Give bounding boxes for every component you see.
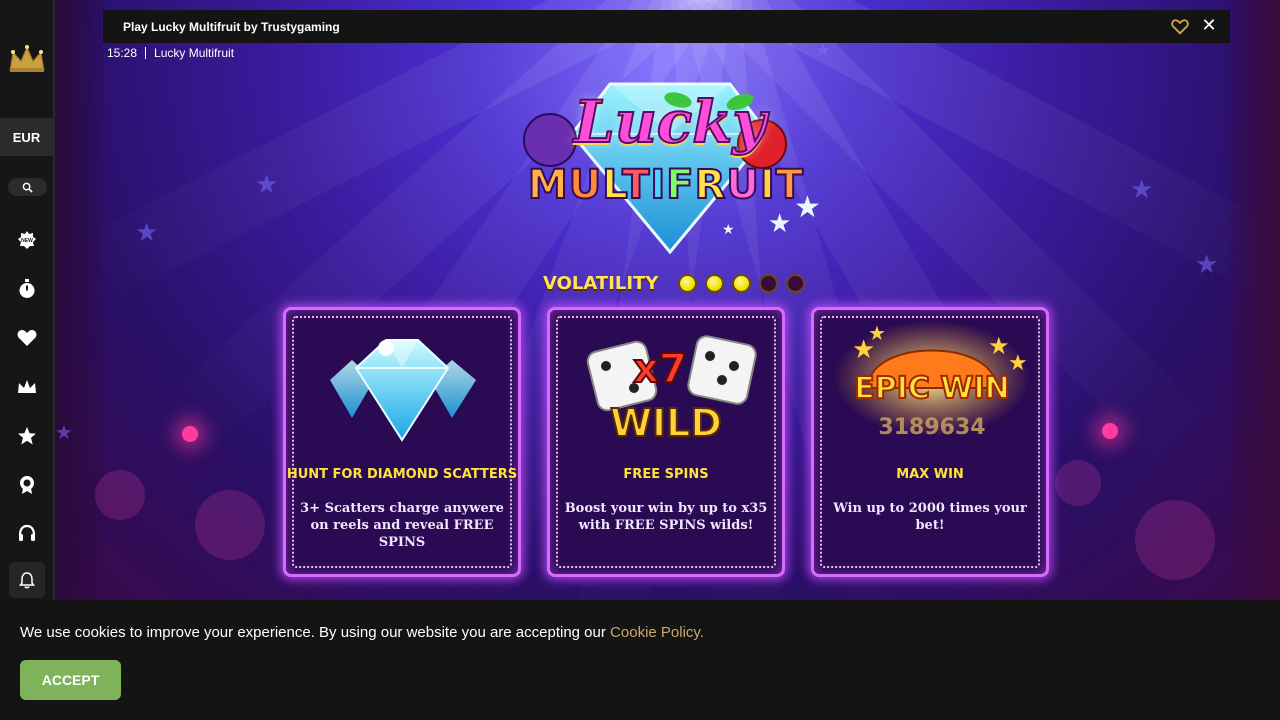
svg-text:★: ★ [1008,351,1028,376]
card-title: HUNT FOR DIAMOND SCATTERS [286,467,518,482]
heart-icon[interactable] [16,327,38,349]
logo-letter: T [775,161,805,209]
feature-card-scatters: HUNT FOR DIAMOND SCATTERS 3+ Scatters ch… [283,307,521,577]
logo-letter: U [725,161,760,209]
crown-logo-icon[interactable] [7,44,47,74]
crown-icon[interactable] [16,376,38,398]
search-button[interactable] [8,178,47,196]
wild-word-text: WILD [610,401,722,445]
cookie-banner: We use cookies to improve your experienc… [0,600,1280,720]
bell-icon [19,572,35,589]
stopwatch-icon[interactable] [16,278,38,300]
currency-selector[interactable]: EUR [0,118,53,156]
volatility-dot [732,274,752,293]
wild-dice-icon: x7 WILD [564,318,768,458]
card-title: MAX WIN [896,467,964,482]
svg-text:★: ★ [868,321,886,345]
logo-letter: M [527,161,569,209]
logo-letter: F [665,161,695,209]
logo-letter: I [649,161,667,209]
volatility-dot [678,274,698,293]
volatility-dots [678,274,806,293]
volatility-dot [786,274,806,293]
sidebar: EUR NEW [0,0,55,600]
feature-card-free-spins: x7 WILD FREE SPINS Boost your win by up … [547,307,785,577]
heart-outline-icon [1171,19,1189,35]
svg-text:★: ★ [768,209,791,239]
logo-multifruit-text: MULTIFRUIT [516,161,816,209]
svg-text:★: ★ [988,332,1010,360]
game-logo: ★ ★ ★ Lucky MULTIFRUIT [510,62,830,262]
epic-win-icon: ★ ★ ★ ★ EPIC WIN 3189634 [828,318,1032,458]
volatility-dot [705,274,725,293]
logo-letter: T [621,161,651,209]
card-description: Boost your win by up to x35 with FREE SP… [564,501,768,533]
wild-multiplier-text: x7 [633,346,687,392]
cookie-text: We use cookies to improve your experienc… [20,624,611,641]
window-title: Play Lucky Multifruit by Trustygaming [123,20,340,34]
clock-time: 15:28 [107,46,138,60]
card-title: FREE SPINS [623,467,709,482]
svg-text:★: ★ [722,222,735,238]
cookie-message: We use cookies to improve your experienc… [20,624,704,641]
headset-icon[interactable] [16,523,38,545]
notifications-button[interactable] [9,562,45,598]
star-icon[interactable] [16,425,38,447]
diamond-icon [300,318,504,458]
volatility-indicator: VOLATILITY [543,273,806,294]
divider [145,47,147,59]
card-description: 3+ Scatters charge anywere on reels and … [300,501,504,550]
game-info-line: 15:28 Lucky Multifruit [107,46,234,60]
favorite-button[interactable] [1171,18,1189,36]
volatility-dot [759,274,779,293]
search-icon [22,182,33,193]
game-title-bar: Play Lucky Multifruit by Trustygaming ✕ [103,10,1230,43]
game-name: Lucky Multifruit [154,46,235,60]
cookie-policy-link[interactable]: Cookie Policy. [610,624,704,641]
logo-letter: R [694,161,727,209]
new-badge-icon[interactable]: NEW [16,229,38,251]
volatility-label: VOLATILITY [543,273,659,294]
logo-letter: L [601,161,623,209]
close-button[interactable]: ✕ [1200,17,1218,35]
svg-text:NEW: NEW [21,238,33,244]
logo-letter: U [568,161,603,209]
card-description: Win up to 2000 times your bet! [833,501,1027,533]
feature-card-max-win: ★ ★ ★ ★ EPIC WIN 3189634 MAX WIN Win up … [811,307,1049,577]
accept-cookies-button[interactable]: ACCEPT [20,660,121,700]
logo-letter: I [759,161,776,209]
epic-win-number: 3189634 [878,415,985,440]
logo-lucky-text: Lucky [573,87,767,157]
epic-win-text: EPIC WIN [854,371,1009,406]
trophy-icon[interactable] [16,474,38,496]
